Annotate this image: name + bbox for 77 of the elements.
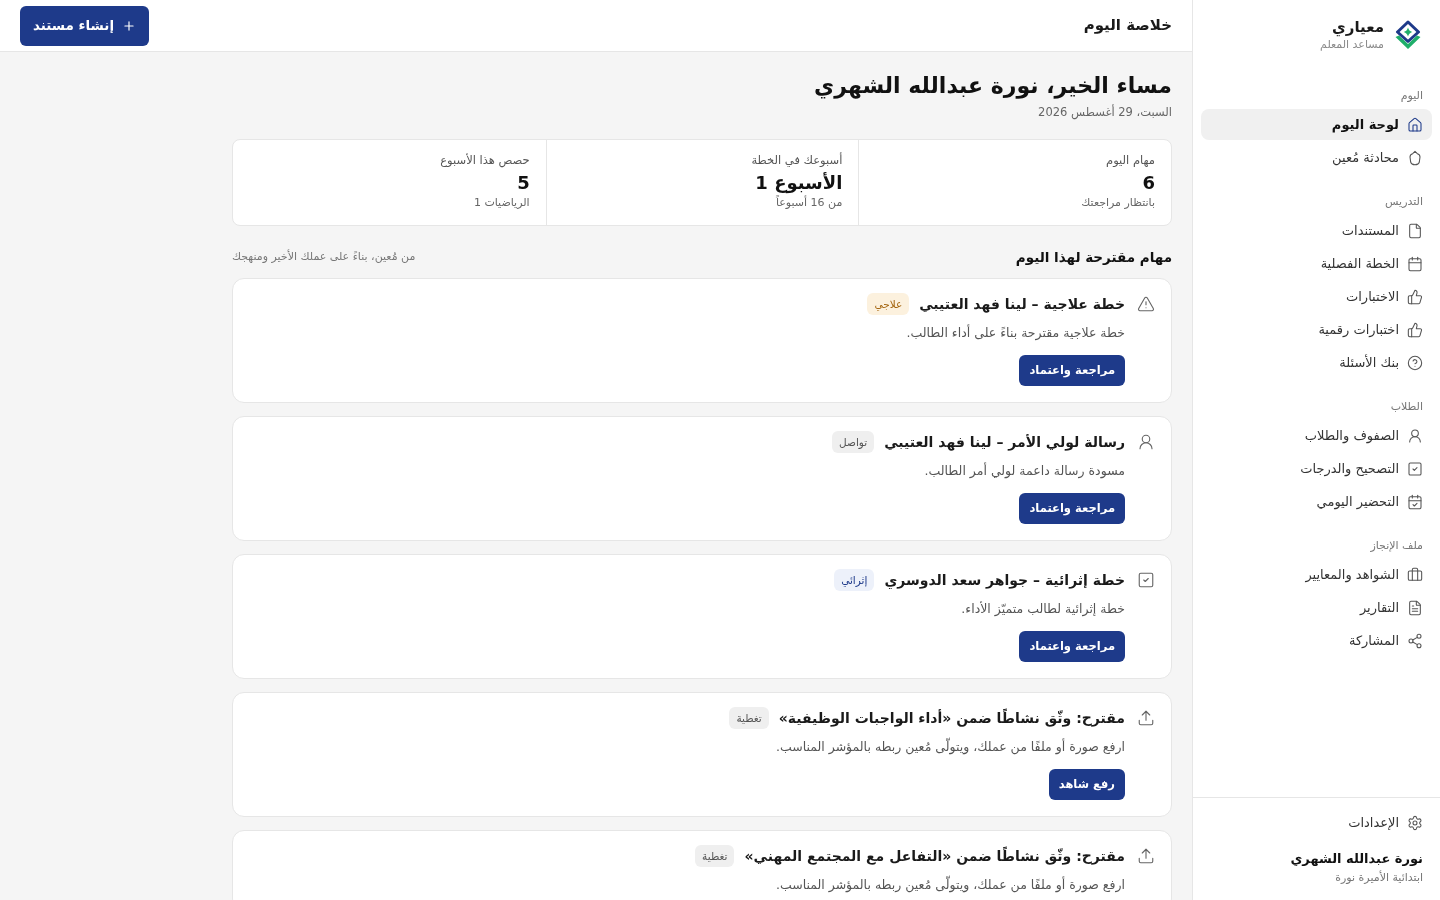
upload-icon [1137, 709, 1155, 727]
warning-icon [1137, 295, 1155, 313]
task-title: خطة إثرائية – جواهر سعد الدوسري [884, 570, 1125, 591]
nav-item[interactable]: الشواهد والمعايير [1201, 559, 1432, 590]
task-action-button[interactable]: رفع شاهد [1048, 769, 1125, 800]
task-action-button[interactable]: مراجعة واعتماد [1019, 355, 1125, 386]
task-action-button[interactable]: مراجعة واعتماد [1019, 493, 1125, 524]
nav-item[interactable]: الخطة الفصلية [1201, 248, 1432, 279]
task-tag: تغطية [729, 707, 769, 729]
thumbs-up-icon [1407, 288, 1423, 305]
task-tag: علاجي [867, 293, 910, 315]
task-description: خطة إثرائية لطالب متميّز الأداء. [961, 600, 1125, 618]
briefcase-icon [1407, 566, 1423, 583]
stat-note: بانتظار مراجعتك [1081, 195, 1155, 210]
nav-item[interactable]: اختبارات رقمية [1201, 314, 1432, 345]
task-action-button[interactable]: مراجعة واعتماد [1019, 631, 1125, 662]
nav-item[interactable]: التحضير اليومي [1201, 486, 1432, 517]
greeting-title: مساء الخير، نورة عبدالله الشهري [814, 72, 1172, 101]
checkbox-icon [1137, 571, 1155, 589]
task-title: مقترح: وثّق نشاطًا ضمن «التفاعل مع المجتمع المهني» [744, 845, 1125, 867]
nav-section-label: التدريس [1384, 195, 1424, 209]
nav-section-label: ملف الإنجاز [1369, 539, 1424, 553]
nav-item[interactable]: محادثة مُعين [1201, 142, 1432, 173]
nav-section-label: اليوم [1399, 89, 1424, 103]
user-icon [1407, 427, 1423, 444]
brand-name: معياري [1331, 17, 1384, 37]
nav-item[interactable]: الاختبارات [1201, 281, 1432, 312]
document-icon [1407, 599, 1423, 616]
nav-item[interactable]: المستندات [1201, 215, 1432, 246]
date-text: السبت، 29 أغسطس 2026 [1038, 104, 1172, 120]
task-title: خطة علاجية – لينا فهد العتيبي [919, 294, 1125, 315]
task-description: مسودة رسالة داعمة لولي أمر الطالب. [924, 462, 1125, 480]
home-icon [1407, 116, 1423, 133]
stat-value: 5 [517, 171, 530, 195]
nav-item[interactable]: بنك الأسئلة [1201, 347, 1432, 378]
task-tag: تواصل [832, 431, 875, 453]
stat-label: مهام اليوم [1106, 152, 1155, 168]
stat-value: 6 [1142, 171, 1155, 195]
task-title: رسالة لولي الأمر – لينا فهد العتيبي [884, 432, 1125, 453]
logo-icon [1394, 20, 1422, 50]
upload-icon [1137, 847, 1155, 865]
section-subtitle: من مُعين، بناءً على عملك الأخير ومنهجك [232, 249, 416, 265]
nav-item[interactable]: التصحيح والدرجات [1201, 453, 1432, 484]
file-icon [1407, 222, 1423, 239]
settings-link[interactable]: الإعدادات [1201, 807, 1432, 839]
page-title: خلاصة اليوم [1083, 15, 1172, 37]
task-description: ارفع صورة أو ملفًا من عملك، ويتولّى مُعين ربطه بالمؤشر المناسب. [775, 738, 1125, 756]
nav-item[interactable]: الصفوف والطلاب [1201, 420, 1432, 451]
plus-icon [122, 18, 137, 33]
stat-label: أسبوعك في الخطة [751, 152, 843, 168]
nav-item[interactable]: التقارير [1201, 592, 1432, 623]
create-document-button[interactable]: إنشاء مستند [20, 5, 150, 46]
task-tag: تغطية [695, 845, 735, 867]
settings-icon [1407, 815, 1423, 831]
pentagon-icon [1407, 149, 1423, 166]
stat-label: حصص هذا الأسبوع [440, 152, 530, 168]
user-icon [1137, 433, 1155, 451]
task-title: مقترح: وثّق نشاطًا ضمن «أداء الواجبات الوظيفية» [778, 707, 1125, 729]
stat-note: الرياضيات 1 [473, 195, 530, 210]
question-circle-icon [1407, 354, 1423, 371]
nav-item[interactable]: لوحة اليوم [1201, 109, 1432, 140]
school-name: ابتدائية الأميرة نورة [1334, 870, 1423, 886]
nav-item[interactable]: المشاركة [1201, 625, 1432, 656]
section-title: مهام مقترحة لهذا اليوم [1015, 248, 1172, 267]
stat-note: من 16 أسبوعاً [775, 195, 843, 210]
brand-subtitle: مساعد المعلم [1320, 37, 1384, 53]
task-description: ارفع صورة أو ملفًا من عملك، ويتولّى مُعين ربطه بالمؤشر المناسب. [775, 876, 1125, 894]
share-icon [1407, 632, 1423, 649]
thumbs-up-icon [1407, 321, 1423, 338]
user-name: نورة عبدالله الشهري [1289, 850, 1423, 868]
task-tag: إثرائي [834, 569, 875, 591]
stat-value: الأسبوع 1 [755, 171, 843, 194]
calendar-check-icon [1407, 493, 1423, 510]
checkbox-icon [1407, 460, 1423, 477]
nav-section-label: الطلاب [1389, 400, 1424, 414]
calendar-icon [1407, 255, 1423, 272]
task-description: خطة علاجية مقترحة بناءً على أداء الطالب. [906, 324, 1125, 342]
